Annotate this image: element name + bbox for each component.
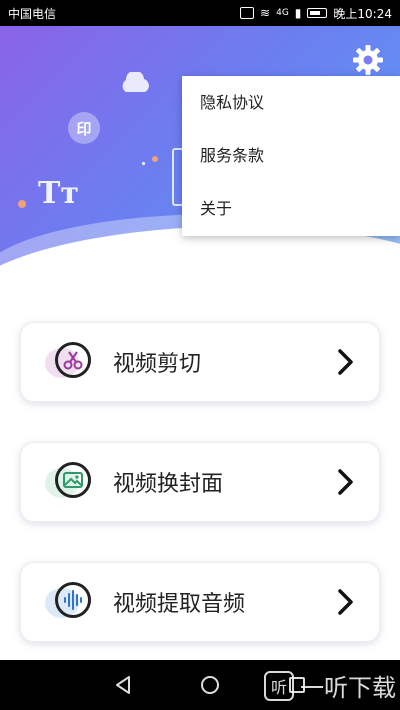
feature-label: 视频剪切 <box>113 352 202 377</box>
menu-item-privacy[interactable]: 隐私协议 <box>182 76 400 129</box>
audio-wave-icon <box>55 582 91 618</box>
battery-icon <box>307 8 328 18</box>
dot-decoration <box>142 162 145 165</box>
chevron-right-icon <box>338 469 353 495</box>
cloud-icon <box>122 72 149 92</box>
chevron-right-icon <box>338 589 353 615</box>
wifi-icon: ≋ <box>260 6 271 20</box>
menu-item-terms[interactable]: 服务条款 <box>182 129 400 182</box>
signal-icon: ▮ <box>294 6 302 20</box>
status-icons: ≋ 4G ▮ 晚上10:24 <box>240 5 392 22</box>
watermark: 听 一听下载 <box>264 668 396 703</box>
feature-label: 视频提取音频 <box>113 592 246 617</box>
carrier-label: 中国电信 <box>8 6 57 21</box>
overflow-menu: 隐私协议 服务条款 关于 <box>182 76 400 236</box>
image-icon <box>55 462 91 498</box>
text-style-icon: Tт <box>38 176 79 211</box>
print-icon-label: 印 <box>76 119 92 138</box>
menu-item-about[interactable]: 关于 <box>182 182 400 235</box>
dot-decoration <box>18 200 26 208</box>
dot-decoration <box>152 156 158 162</box>
network-label: 4G <box>276 8 289 18</box>
chevron-right-icon <box>338 349 353 375</box>
feature-label: 视频换封面 <box>113 472 224 497</box>
watermark-text: 一听下载 <box>300 674 396 702</box>
feature-card-video-cut[interactable]: 视频剪切 <box>20 322 380 402</box>
status-bar: 中国电信 ≋ 4G ▮ 晚上10:24 <box>0 0 400 26</box>
feature-card-extract-audio[interactable]: 视频提取音频 <box>20 562 380 642</box>
feature-card-change-cover[interactable]: 视频换封面 <box>20 442 380 522</box>
back-icon[interactable] <box>111 673 135 697</box>
vibrate-icon <box>240 7 255 19</box>
home-icon[interactable] <box>198 673 222 697</box>
clock: 晚上10:24 <box>333 6 392 21</box>
feature-icon-wrap <box>45 454 107 510</box>
watermark-logo-icon: 听 <box>264 670 294 701</box>
feature-icon-wrap <box>45 334 107 390</box>
print-icon: 印 <box>68 112 100 144</box>
feature-icon-wrap <box>45 574 107 630</box>
scissors-icon <box>55 342 91 378</box>
settings-gear-icon[interactable] <box>352 44 384 76</box>
